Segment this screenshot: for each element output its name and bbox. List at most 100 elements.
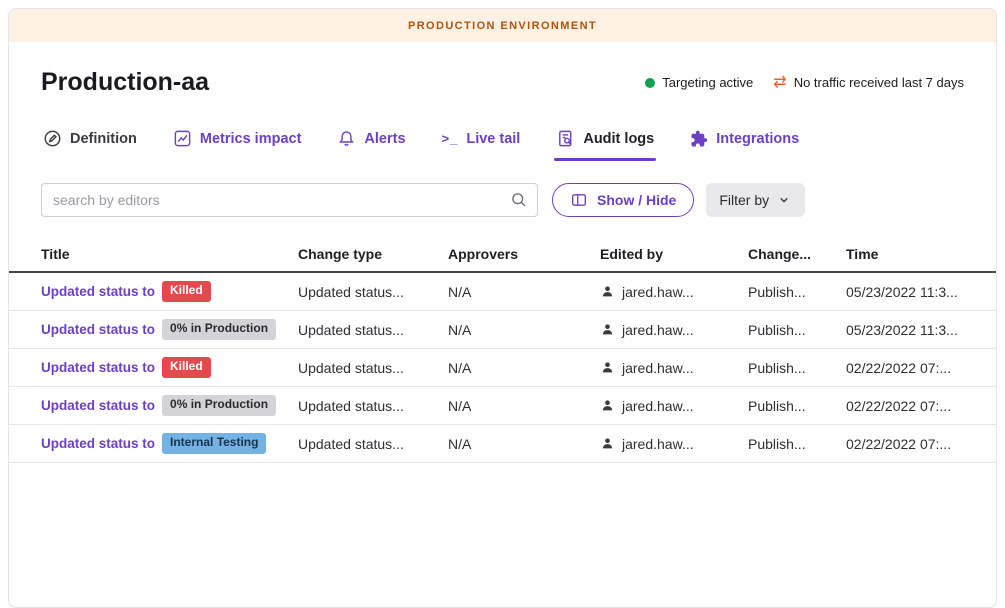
page-title: Production-aa: [41, 68, 209, 97]
status-badge: 0% in Production: [162, 319, 276, 340]
tab-label: Alerts: [364, 131, 405, 147]
audit-log-table: Title Change type Approvers Edited by Ch…: [9, 237, 996, 463]
edited-by-value: jared.haw...: [622, 284, 694, 300]
show-hide-button[interactable]: Show / Hide: [552, 183, 694, 217]
person-icon: [600, 398, 615, 413]
title-cell: Updated status to 0% in Production: [41, 319, 298, 340]
status-badge: Killed: [162, 281, 211, 302]
edited-by-value: jared.haw...: [622, 398, 694, 414]
change-cell: Publish...: [748, 322, 846, 338]
filter-by-button[interactable]: Filter by: [706, 183, 805, 217]
show-hide-label: Show / Hide: [597, 192, 676, 208]
time-cell: 05/23/2022 11:3...: [846, 322, 978, 338]
approvers-cell: N/A: [448, 360, 600, 376]
edited-by-value: jared.haw...: [622, 322, 694, 338]
pencil-circle-icon: [43, 129, 62, 148]
status-badge: Internal Testing: [162, 433, 266, 454]
environment-banner: PRODUCTION ENVIRONMENT: [9, 9, 996, 42]
edited-by-value: jared.haw...: [622, 360, 694, 376]
column-header-edited-by: Edited by: [600, 246, 748, 262]
tab-bar: Definition Metrics impact Alerts >_ Li: [9, 119, 996, 161]
approvers-cell: N/A: [448, 398, 600, 414]
edited-by-cell: jared.haw...: [600, 398, 748, 414]
traffic-status-label: No traffic received last 7 days: [794, 75, 964, 90]
tab-label: Live tail: [466, 131, 520, 147]
table-row: Updated status to 0% in Production Updat…: [9, 387, 996, 425]
table-header-row: Title Change type Approvers Edited by Ch…: [9, 237, 996, 273]
title-cell: Updated status to Killed: [41, 281, 298, 302]
title-cell: Updated status to Internal Testing: [41, 433, 298, 454]
title-cell: Updated status to 0% in Production: [41, 395, 298, 416]
puzzle-icon: [690, 130, 708, 148]
search-wrap: [41, 183, 538, 217]
change-cell: Publish...: [748, 398, 846, 414]
green-dot-icon: [645, 78, 655, 88]
tab-label: Integrations: [716, 131, 799, 147]
tab-definition[interactable]: Definition: [41, 119, 139, 161]
change-cell: Publish...: [748, 284, 846, 300]
column-header-title: Title: [41, 246, 298, 262]
targeting-status: Targeting active: [645, 75, 753, 90]
search-input[interactable]: [41, 183, 538, 217]
edited-by-cell: jared.haw...: [600, 284, 748, 300]
tab-label: Audit logs: [583, 131, 654, 147]
environment-card: PRODUCTION ENVIRONMENT Production-aa Tar…: [8, 8, 997, 608]
table-row: Updated status to Killed Updated status.…: [9, 273, 996, 311]
time-cell: 02/22/2022 07:...: [846, 360, 978, 376]
time-cell: 02/22/2022 07:...: [846, 398, 978, 414]
filter-by-label: Filter by: [719, 192, 769, 208]
time-cell: 05/23/2022 11:3...: [846, 284, 978, 300]
approvers-cell: N/A: [448, 322, 600, 338]
traffic-status: ⇄ No traffic received last 7 days: [773, 75, 964, 91]
chevron-down-icon: [776, 192, 792, 208]
tab-label: Definition: [70, 131, 137, 147]
status-badge: 0% in Production: [162, 395, 276, 416]
person-icon: [600, 436, 615, 451]
change-type-cell: Updated status...: [298, 398, 448, 414]
row-title-link[interactable]: Updated status to: [41, 436, 155, 451]
change-type-cell: Updated status...: [298, 284, 448, 300]
column-header-approvers: Approvers: [448, 246, 600, 262]
person-icon: [600, 322, 615, 337]
status-area: Targeting active ⇄ No traffic received l…: [645, 75, 964, 91]
edited-by-cell: jared.haw...: [600, 322, 748, 338]
person-icon: [600, 284, 615, 299]
column-header-change-type: Change type: [298, 246, 448, 262]
row-title-link[interactable]: Updated status to: [41, 284, 155, 299]
table-row: Updated status to Internal Testing Updat…: [9, 425, 996, 463]
traffic-arrows-icon: ⇄: [773, 75, 786, 91]
audit-log-search-icon: [556, 129, 575, 148]
tab-live-tail[interactable]: >_ Live tail: [440, 119, 523, 161]
change-cell: Publish...: [748, 360, 846, 376]
approvers-cell: N/A: [448, 284, 600, 300]
tab-metrics-impact[interactable]: Metrics impact: [171, 119, 304, 161]
terminal-icon: >_: [442, 131, 459, 146]
change-type-cell: Updated status...: [298, 322, 448, 338]
column-header-change: Change...: [748, 246, 846, 262]
status-badge: Killed: [162, 357, 211, 378]
tab-integrations[interactable]: Integrations: [688, 119, 801, 161]
title-cell: Updated status to Killed: [41, 357, 298, 378]
bell-icon: [337, 129, 356, 148]
edited-by-value: jared.haw...: [622, 436, 694, 452]
change-type-cell: Updated status...: [298, 436, 448, 452]
column-header-time: Time: [846, 246, 978, 262]
audit-toolbar: Show / Hide Filter by: [9, 183, 996, 217]
edited-by-cell: jared.haw...: [600, 360, 748, 376]
tab-audit-logs[interactable]: Audit logs: [554, 119, 656, 161]
change-cell: Publish...: [748, 436, 846, 452]
edited-by-cell: jared.haw...: [600, 436, 748, 452]
environment-banner-label: PRODUCTION ENVIRONMENT: [408, 20, 597, 32]
table-body: Updated status to Killed Updated status.…: [9, 273, 996, 463]
row-title-link[interactable]: Updated status to: [41, 360, 155, 375]
columns-icon: [570, 191, 588, 209]
time-cell: 02/22/2022 07:...: [846, 436, 978, 452]
targeting-status-label: Targeting active: [662, 75, 753, 90]
row-title-link[interactable]: Updated status to: [41, 398, 155, 413]
search-icon: [510, 191, 528, 214]
flag-header: Production-aa Targeting active ⇄ No traf…: [9, 42, 996, 97]
row-title-link[interactable]: Updated status to: [41, 322, 155, 337]
approvers-cell: N/A: [448, 436, 600, 452]
tab-alerts[interactable]: Alerts: [335, 119, 407, 161]
table-row: Updated status to 0% in Production Updat…: [9, 311, 996, 349]
